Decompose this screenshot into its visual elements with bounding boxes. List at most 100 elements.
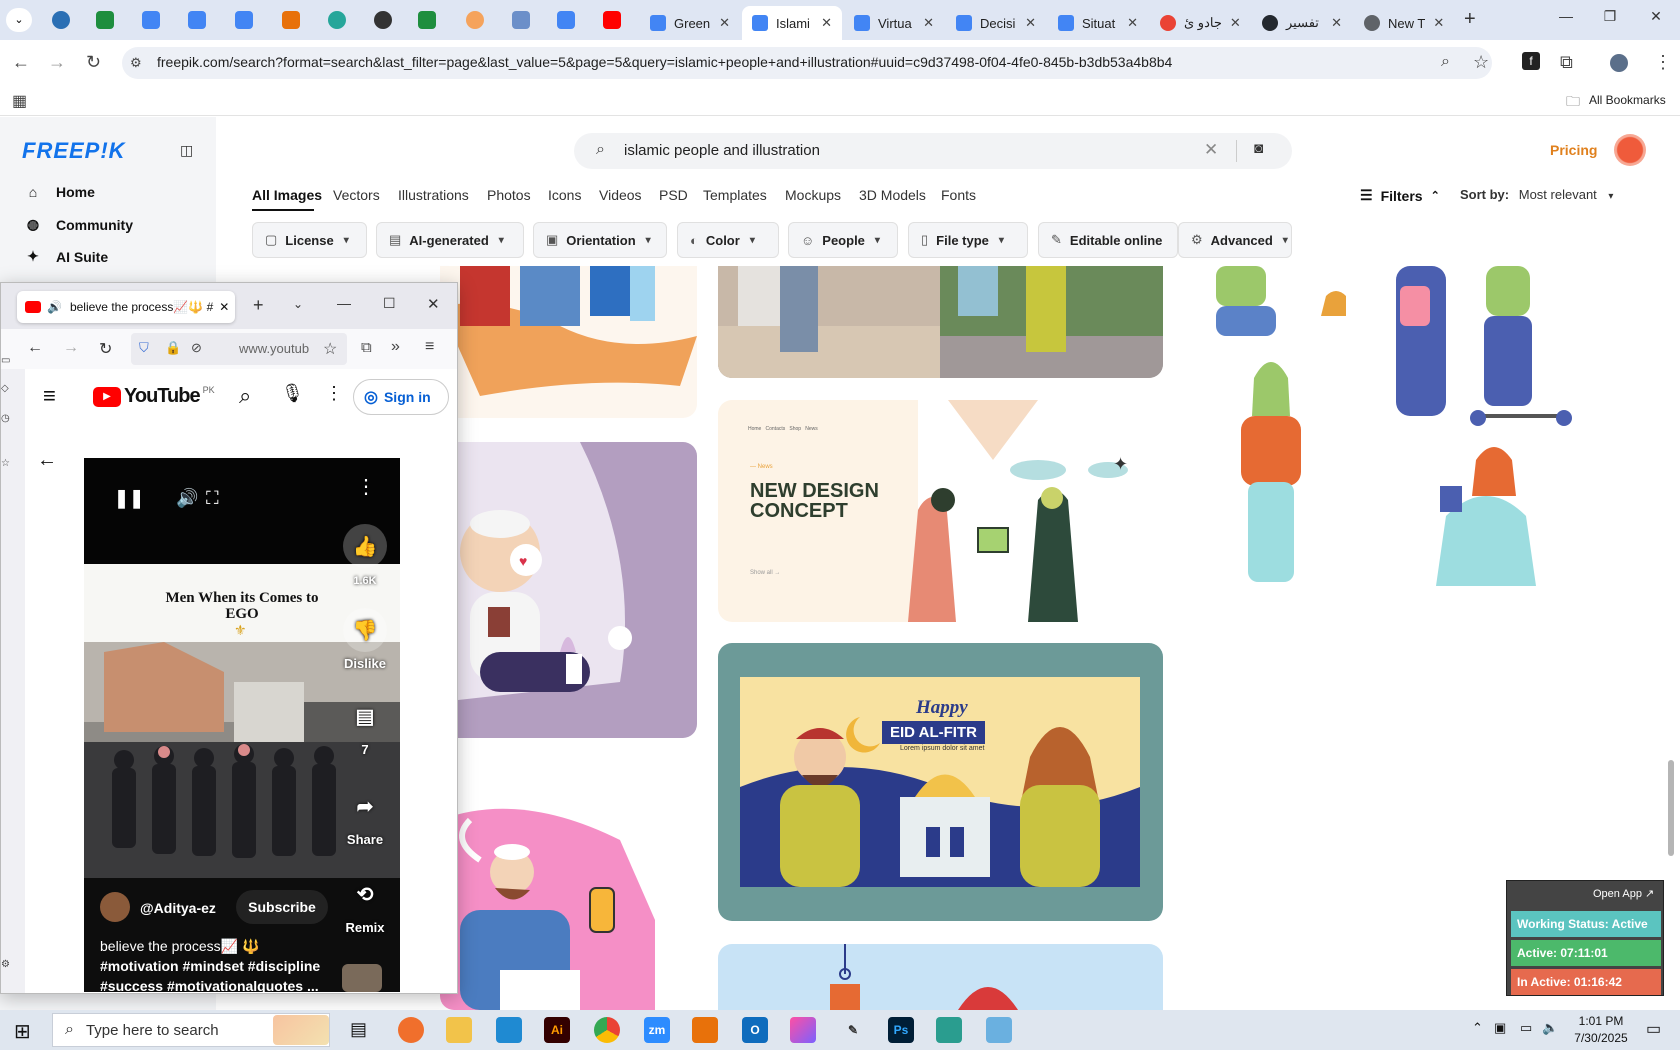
tab-tafseer[interactable]: تفسير ✕ xyxy=(1252,6,1352,40)
tab-list-chevron-icon[interactable]: ⌄ xyxy=(293,297,303,311)
image-card-women-street[interactable] xyxy=(718,266,1163,378)
filter-ai-generated[interactable]: ▤ AI-generated ▾ xyxy=(376,222,524,258)
close-icon[interactable]: ✕ xyxy=(219,300,229,314)
tab-mockups[interactable]: Mockups xyxy=(785,187,841,203)
tab-virtual[interactable]: Virtua ✕ xyxy=(844,6,944,40)
tab-decision[interactable]: Decisi ✕ xyxy=(946,6,1046,40)
image-card-eid-al-fitr[interactable]: Happy EID AL-FITR Lorem ipsum dolor sit … xyxy=(718,643,1163,921)
more-kebab-icon[interactable]: ⋮ xyxy=(325,383,343,404)
tab-new-tab[interactable]: New T ✕ xyxy=(1354,6,1454,40)
minimize-button[interactable]: — xyxy=(1546,8,1586,24)
youtube-tab[interactable]: 🔊 believe the process📈🔱 # ✕ xyxy=(17,291,235,323)
side-cast-icon[interactable]: ▭ xyxy=(1,355,10,366)
filter-orientation[interactable]: ▣ Orientation ▾ xyxy=(533,222,667,258)
side-star-icon[interactable]: ☆ xyxy=(1,458,10,469)
forward-arrow-icon[interactable]: → xyxy=(63,339,79,357)
hamburger-menu-icon[interactable]: ≡ xyxy=(425,338,434,356)
freepik-logo[interactable]: FREEP!K xyxy=(22,138,126,164)
pinned-tab-sheets-icon[interactable] xyxy=(96,11,114,29)
image-card-people-set[interactable] xyxy=(1186,266,1626,596)
extensions-icon[interactable]: ⧉ xyxy=(361,339,372,356)
tab-islamic[interactable]: Islami ✕ xyxy=(742,6,842,40)
file-explorer-taskbar-icon[interactable] xyxy=(446,1017,472,1043)
pinned-tab-docs-icon-3[interactable] xyxy=(235,11,253,29)
sidebar-toggle-icon[interactable]: ◫ xyxy=(180,142,193,159)
sidebar-item-ai-suite[interactable]: ✦ AI Suite xyxy=(22,248,108,265)
pen-tool-taskbar-icon[interactable]: ✎ xyxy=(840,1017,866,1043)
new-tab-button[interactable]: + xyxy=(1464,8,1476,31)
url-text[interactable]: freepik.com/search?format=search&last_fi… xyxy=(157,54,1172,70)
sign-in-button[interactable]: ◎ Sign in xyxy=(353,379,449,415)
chrome-taskbar-icon[interactable] xyxy=(594,1017,620,1043)
maximize-button[interactable]: ☐ xyxy=(383,295,396,312)
extension-f-icon[interactable]: f xyxy=(1522,52,1540,70)
profile-avatar-icon[interactable] xyxy=(1610,54,1628,72)
image-card-man-reading[interactable]: ♥ xyxy=(440,442,697,738)
clear-search-icon[interactable]: ✕ xyxy=(1204,140,1218,160)
back-arrow-icon[interactable]: ← xyxy=(37,449,57,472)
pinned-tab-docs-icon[interactable] xyxy=(142,11,160,29)
filter-people[interactable]: ☺ People ▾ xyxy=(788,222,898,258)
tab-situation[interactable]: Situat ✕ xyxy=(1048,6,1148,40)
sidebar-item-community[interactable]: ◍ Community xyxy=(22,216,133,233)
outlook-taskbar-icon[interactable]: O xyxy=(742,1017,768,1043)
pinned-tab-hand-icon[interactable] xyxy=(466,11,484,29)
filter-file-type[interactable]: ▯ File type ▾ xyxy=(908,222,1028,258)
apps-grid-icon[interactable]: ▦ xyxy=(12,91,27,111)
close-icon[interactable]: ✕ xyxy=(1222,15,1241,31)
camera-app-taskbar-icon[interactable] xyxy=(790,1017,816,1043)
tab-fonts[interactable]: Fonts xyxy=(941,187,976,203)
filter-color[interactable]: ◐ Color ▾ xyxy=(677,222,779,258)
zoom-taskbar-icon[interactable]: zm xyxy=(644,1017,670,1043)
side-settings-icon[interactable]: ⚙ xyxy=(1,959,10,970)
forward-arrow-icon[interactable]: → xyxy=(48,52,66,73)
app-orange-taskbar-icon[interactable] xyxy=(692,1017,718,1043)
sound-thumbnail[interactable] xyxy=(342,964,382,992)
back-arrow-icon[interactable]: ← xyxy=(12,52,30,73)
fullscreen-icon[interactable]: ⛶ xyxy=(206,488,219,509)
bookmark-star-icon[interactable]: ☆ xyxy=(1473,52,1489,73)
image-card-design-concept[interactable]: Home Contacts Shop News — News NEW DESIG… xyxy=(718,400,1163,622)
side-bookmark-icon[interactable]: ◇ xyxy=(1,383,9,394)
volume-icon[interactable]: 🔊 xyxy=(176,488,198,509)
close-icon[interactable]: ✕ xyxy=(915,15,934,31)
pinned-tab-grid-icon[interactable] xyxy=(512,11,530,29)
volume-icon[interactable]: 🔈 xyxy=(1542,1020,1558,1036)
pinned-tab-app-icon[interactable] xyxy=(328,11,346,29)
tab-illustrations[interactable]: Illustrations xyxy=(398,187,469,203)
youtube-menu-icon[interactable]: ≡ xyxy=(43,383,56,409)
tab-google-search[interactable]: جادو ئ ✕ xyxy=(1150,6,1250,40)
comments-button[interactable]: ▤ 7 xyxy=(340,694,390,758)
pinned-tab-youtube-icon[interactable] xyxy=(603,11,621,29)
network-icon[interactable]: ▭ xyxy=(1520,1020,1532,1036)
speaker-icon[interactable]: 🔊 xyxy=(47,300,62,314)
sort-dropdown[interactable]: Sort by: Most relevant ▾ xyxy=(1460,187,1613,202)
taskbar-clock[interactable]: 1:01 PM 7/30/2025 xyxy=(1566,1013,1636,1047)
extensions-puzzle-icon[interactable]: ⧉ xyxy=(1560,52,1573,73)
photoshop-taskbar-icon[interactable]: Ps xyxy=(888,1017,914,1043)
back-arrow-icon[interactable]: ← xyxy=(27,339,43,357)
overflow-chevron-icon[interactable]: » xyxy=(391,338,400,356)
share-button[interactable]: ➦ Share xyxy=(335,784,395,848)
dislike-button[interactable]: 👎 Dislike xyxy=(330,608,400,671)
all-bookmarks-link[interactable]: All Bookmarks xyxy=(1589,93,1666,107)
pinned-tab-sheets-icon-2[interactable] xyxy=(418,11,436,29)
tray-app-icon[interactable]: ▣ xyxy=(1494,1020,1506,1036)
microphone-icon[interactable]: 🎙 xyxy=(281,383,304,404)
close-window-button[interactable]: ✕ xyxy=(1636,8,1676,25)
remix-button[interactable]: ⟲ Remix xyxy=(335,872,395,936)
tab-search-button[interactable]: ⌄ xyxy=(6,8,32,32)
tab-photos[interactable]: Photos xyxy=(487,187,531,203)
filters-toggle[interactable]: ☰ Filters ⌃ xyxy=(1360,187,1440,204)
channel-name[interactable]: @Aditya-ez xyxy=(140,900,216,916)
page-scrollbar[interactable] xyxy=(1668,760,1674,856)
show-hidden-icons-icon[interactable]: ⌃ xyxy=(1472,1020,1483,1036)
tab-icons[interactable]: Icons xyxy=(548,187,581,203)
permissions-icon[interactable]: ⊘ xyxy=(191,340,202,356)
pinned-tab-image-icon[interactable] xyxy=(282,11,300,29)
image-card-man-lantern[interactable] xyxy=(440,800,697,1010)
close-icon[interactable]: ✕ xyxy=(813,15,832,31)
tab-green[interactable]: Green ✕ xyxy=(640,6,740,40)
tab-templates[interactable]: Templates xyxy=(703,187,767,203)
more-kebab-icon[interactable]: ⋮ xyxy=(356,474,376,499)
